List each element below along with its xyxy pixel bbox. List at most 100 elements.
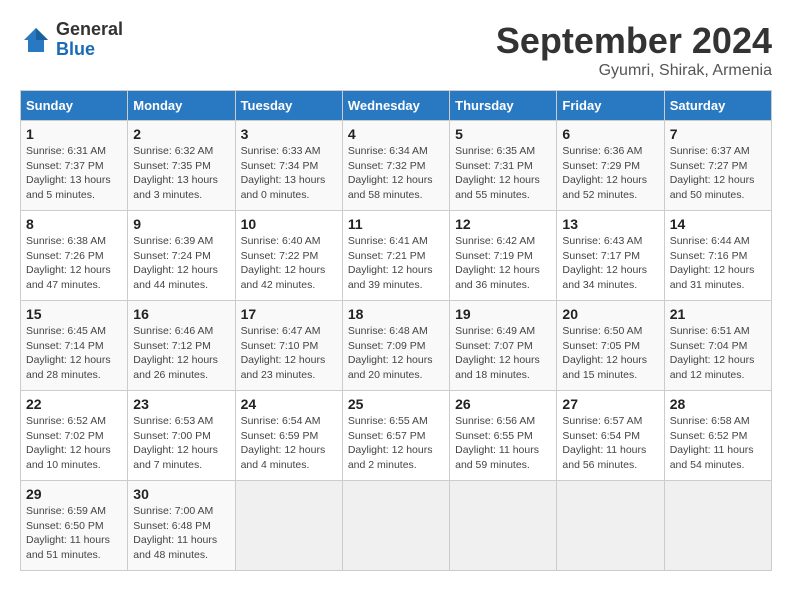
calendar-cell: 3 Sunrise: 6:33 AM Sunset: 7:34 PM Daylig… — [235, 121, 342, 211]
weekday-header-thursday: Thursday — [450, 91, 557, 121]
calendar-body: 1 Sunrise: 6:31 AM Sunset: 7:37 PM Daylig… — [21, 121, 772, 571]
day-number: 8 — [26, 216, 122, 232]
calendar-cell: 5 Sunrise: 6:35 AM Sunset: 7:31 PM Daylig… — [450, 121, 557, 211]
day-info: Sunrise: 6:50 AM Sunset: 7:05 PM Dayligh… — [562, 324, 658, 383]
calendar-cell: 13 Sunrise: 6:43 AM Sunset: 7:17 PM Dayli… — [557, 211, 664, 301]
day-number: 15 — [26, 306, 122, 322]
day-number: 4 — [348, 126, 444, 142]
calendar-cell: 17 Sunrise: 6:47 AM Sunset: 7:10 PM Dayli… — [235, 301, 342, 391]
day-info: Sunrise: 6:57 AM Sunset: 6:54 PM Dayligh… — [562, 414, 658, 473]
day-info: Sunrise: 6:59 AM Sunset: 6:50 PM Dayligh… — [26, 504, 122, 563]
day-number: 18 — [348, 306, 444, 322]
day-number: 13 — [562, 216, 658, 232]
day-info: Sunrise: 6:53 AM Sunset: 7:00 PM Dayligh… — [133, 414, 229, 473]
month-title: September 2024 — [496, 20, 772, 62]
weekday-header-friday: Friday — [557, 91, 664, 121]
calendar-cell: 16Sunrise: 6:46 AM Sunset: 7:12 PM Dayli… — [128, 301, 235, 391]
day-info: Sunrise: 7:00 AM Sunset: 6:48 PM Dayligh… — [133, 504, 229, 563]
day-number: 21 — [670, 306, 766, 322]
weekday-header-saturday: Saturday — [664, 91, 771, 121]
day-number: 14 — [670, 216, 766, 232]
day-number: 1 — [26, 126, 122, 142]
day-info: Sunrise: 6:37 AM Sunset: 7:27 PM Dayligh… — [670, 144, 766, 203]
calendar-cell: 27 Sunrise: 6:57 AM Sunset: 6:54 PM Dayli… — [557, 391, 664, 481]
calendar-cell: 18Sunrise: 6:48 AM Sunset: 7:09 PM Dayli… — [342, 301, 449, 391]
logo: General Blue — [20, 20, 123, 60]
day-info: Sunrise: 6:52 AM Sunset: 7:02 PM Dayligh… — [26, 414, 122, 473]
calendar-cell: 24Sunrise: 6:54 AM Sunset: 6:59 PM Dayli… — [235, 391, 342, 481]
calendar-cell: 8Sunrise: 6:38 AM Sunset: 7:26 PM Daylig… — [21, 211, 128, 301]
day-info: Sunrise: 6:51 AM Sunset: 7:04 PM Dayligh… — [670, 324, 766, 383]
day-number: 10 — [241, 216, 337, 232]
day-number: 3 — [241, 126, 337, 142]
calendar-table: SundayMondayTuesdayWednesdayThursdayFrid… — [20, 90, 772, 571]
calendar-header: SundayMondayTuesdayWednesdayThursdayFrid… — [21, 91, 772, 121]
day-info: Sunrise: 6:46 AM Sunset: 7:12 PM Dayligh… — [133, 324, 229, 383]
day-number: 12 — [455, 216, 551, 232]
location-subtitle: Gyumri, Shirak, Armenia — [496, 62, 772, 80]
day-info: Sunrise: 6:43 AM Sunset: 7:17 PM Dayligh… — [562, 234, 658, 293]
calendar-cell: 11 Sunrise: 6:41 AM Sunset: 7:21 PM Dayli… — [342, 211, 449, 301]
day-number: 28 — [670, 396, 766, 412]
day-number: 6 — [562, 126, 658, 142]
day-info: Sunrise: 6:31 AM Sunset: 7:37 PM Dayligh… — [26, 144, 122, 203]
day-info: Sunrise: 6:42 AM Sunset: 7:19 PM Dayligh… — [455, 234, 551, 293]
calendar-cell: 26Sunrise: 6:56 AM Sunset: 6:55 PM Dayli… — [450, 391, 557, 481]
calendar-cell: 12 Sunrise: 6:42 AM Sunset: 7:19 PM Dayli… — [450, 211, 557, 301]
day-info: Sunrise: 6:41 AM Sunset: 7:21 PM Dayligh… — [348, 234, 444, 293]
title-block: September 2024 Gyumri, Shirak, Armenia — [496, 20, 772, 80]
day-number: 24 — [241, 396, 337, 412]
day-info: Sunrise: 6:32 AM Sunset: 7:35 PM Dayligh… — [133, 144, 229, 203]
calendar-cell: 30 Sunrise: 7:00 AM Sunset: 6:48 PM Dayli… — [128, 481, 235, 571]
day-number: 5 — [455, 126, 551, 142]
calendar-cell — [342, 481, 449, 571]
day-info: Sunrise: 6:44 AM Sunset: 7:16 PM Dayligh… — [670, 234, 766, 293]
day-number: 19 — [455, 306, 551, 322]
calendar-cell: 10 Sunrise: 6:40 AM Sunset: 7:22 PM Dayli… — [235, 211, 342, 301]
day-info: Sunrise: 6:35 AM Sunset: 7:31 PM Dayligh… — [455, 144, 551, 203]
calendar-cell — [664, 481, 771, 571]
logo-icon — [20, 24, 52, 56]
day-number: 22 — [26, 396, 122, 412]
calendar-row-4: 22 Sunrise: 6:52 AM Sunset: 7:02 PM Dayli… — [21, 391, 772, 481]
day-info: Sunrise: 6:56 AM Sunset: 6:55 PM Dayligh… — [455, 414, 551, 473]
day-number: 29 — [26, 486, 122, 502]
calendar-cell: 23 Sunrise: 6:53 AM Sunset: 7:00 PM Dayli… — [128, 391, 235, 481]
day-number: 25 — [348, 396, 444, 412]
page-header: General Blue September 2024 Gyumri, Shir… — [20, 20, 772, 80]
calendar-cell: 7 Sunrise: 6:37 AM Sunset: 7:27 PM Daylig… — [664, 121, 771, 211]
day-number: 27 — [562, 396, 658, 412]
calendar-cell — [235, 481, 342, 571]
day-info: Sunrise: 6:55 AM Sunset: 6:57 PM Dayligh… — [348, 414, 444, 473]
calendar-cell — [450, 481, 557, 571]
day-number: 23 — [133, 396, 229, 412]
day-number: 17 — [241, 306, 337, 322]
calendar-cell: 1 Sunrise: 6:31 AM Sunset: 7:37 PM Daylig… — [21, 121, 128, 211]
weekday-header-wednesday: Wednesday — [342, 91, 449, 121]
logo-blue: Blue — [56, 39, 95, 59]
day-info: Sunrise: 6:40 AM Sunset: 7:22 PM Dayligh… — [241, 234, 337, 293]
day-info: Sunrise: 6:33 AM Sunset: 7:34 PM Dayligh… — [241, 144, 337, 203]
day-info: Sunrise: 6:39 AM Sunset: 7:24 PM Dayligh… — [133, 234, 229, 293]
weekday-header-monday: Monday — [128, 91, 235, 121]
day-number: 2 — [133, 126, 229, 142]
calendar-cell: 29 Sunrise: 6:59 AM Sunset: 6:50 PM Dayli… — [21, 481, 128, 571]
calendar-row-2: 8Sunrise: 6:38 AM Sunset: 7:26 PM Daylig… — [21, 211, 772, 301]
calendar-cell: 4Sunrise: 6:34 AM Sunset: 7:32 PM Daylig… — [342, 121, 449, 211]
logo-general: General — [56, 19, 123, 39]
day-info: Sunrise: 6:47 AM Sunset: 7:10 PM Dayligh… — [241, 324, 337, 383]
calendar-cell: 2 Sunrise: 6:32 AM Sunset: 7:35 PM Daylig… — [128, 121, 235, 211]
calendar-cell: 6 Sunrise: 6:36 AM Sunset: 7:29 PM Daylig… — [557, 121, 664, 211]
calendar-row-5: 29 Sunrise: 6:59 AM Sunset: 6:50 PM Dayli… — [21, 481, 772, 571]
day-info: Sunrise: 6:45 AM Sunset: 7:14 PM Dayligh… — [26, 324, 122, 383]
calendar-cell: 22 Sunrise: 6:52 AM Sunset: 7:02 PM Dayli… — [21, 391, 128, 481]
day-number: 7 — [670, 126, 766, 142]
calendar-cell: 20 Sunrise: 6:50 AM Sunset: 7:05 PM Dayli… — [557, 301, 664, 391]
day-info: Sunrise: 6:36 AM Sunset: 7:29 PM Dayligh… — [562, 144, 658, 203]
day-number: 20 — [562, 306, 658, 322]
day-number: 11 — [348, 216, 444, 232]
day-info: Sunrise: 6:58 AM Sunset: 6:52 PM Dayligh… — [670, 414, 766, 473]
calendar-row-3: 15 Sunrise: 6:45 AM Sunset: 7:14 PM Dayli… — [21, 301, 772, 391]
calendar-cell: 9Sunrise: 6:39 AM Sunset: 7:24 PM Daylig… — [128, 211, 235, 301]
day-number: 30 — [133, 486, 229, 502]
